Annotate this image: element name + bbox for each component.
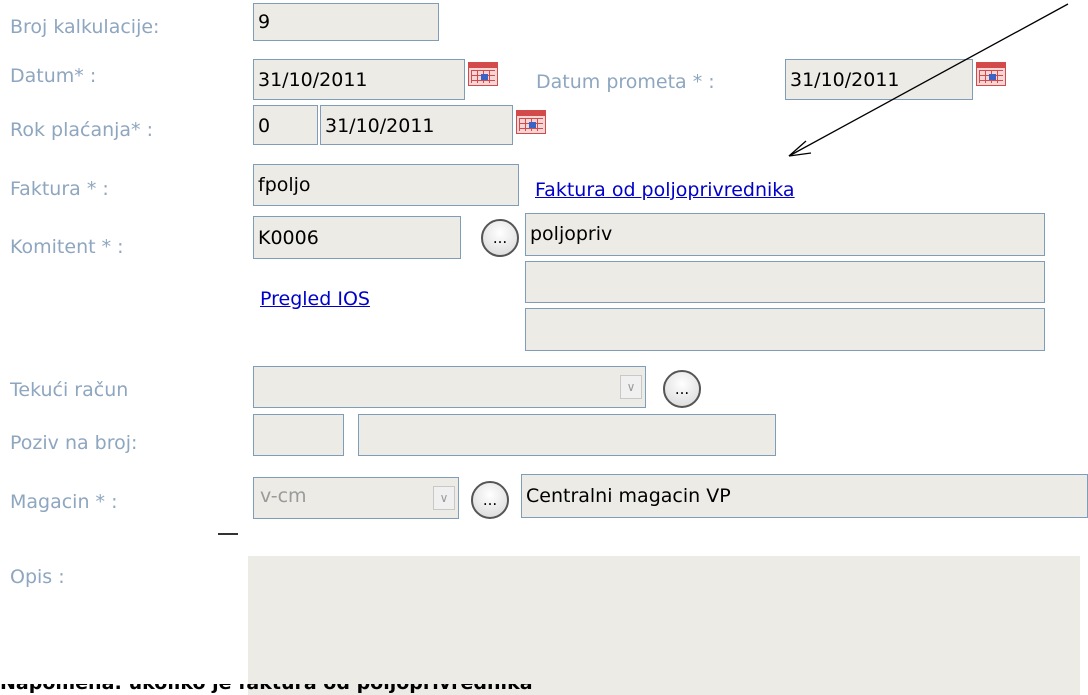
komitent-browse-button[interactable]: ... xyxy=(481,219,519,257)
opis-label: Opis : xyxy=(10,566,65,588)
magacin-browse-button[interactable]: ... xyxy=(471,481,509,519)
poziv-na-broj-number-input[interactable] xyxy=(358,414,776,456)
magacin-name-input[interactable]: Centralni magacin VP xyxy=(521,474,1088,518)
tekuci-racun-select[interactable]: ∨ xyxy=(253,366,646,408)
komitent-code-input[interactable]: K0006 xyxy=(253,216,461,259)
chevron-down-icon[interactable]: ∨ xyxy=(433,486,455,510)
chevron-down-icon[interactable]: ∨ xyxy=(620,375,642,399)
magacin-select[interactable]: v-cm ∨ xyxy=(253,477,459,519)
opis-textarea[interactable] xyxy=(248,556,1080,695)
poziv-na-broj-label: Poziv na broj: xyxy=(10,432,138,454)
komitent-address-line3-input[interactable] xyxy=(525,308,1045,351)
poziv-na-broj-model-input[interactable] xyxy=(253,414,344,456)
komitent-name-input[interactable]: poljopriv xyxy=(525,213,1045,256)
magacin-selected-value: v-cm xyxy=(260,485,307,507)
komitent-address-line2-input[interactable] xyxy=(525,261,1045,303)
magacin-label: Magacin * : xyxy=(10,491,118,513)
separator-mark xyxy=(218,533,238,535)
tekuci-racun-label: Tekući račun xyxy=(10,379,129,401)
tekuci-racun-browse-button[interactable]: ... xyxy=(663,370,701,408)
bottom-note-text: Napomena: ukoliko je faktura od poljopri… xyxy=(0,684,780,695)
komitent-label: Komitent * : xyxy=(10,236,124,258)
pregled-ios-link[interactable]: Pregled IOS xyxy=(260,287,370,311)
